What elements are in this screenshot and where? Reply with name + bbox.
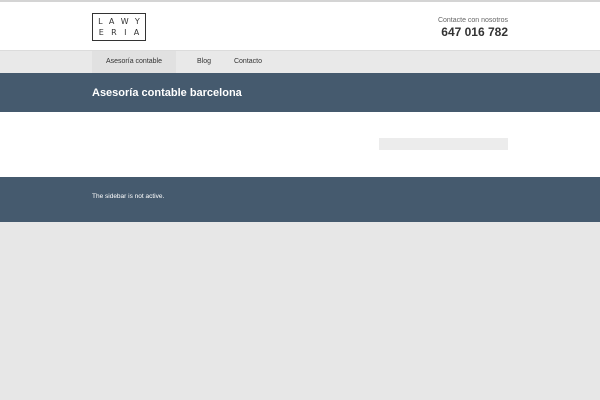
main-nav: Asesoría contable barcelona Blog Contact…	[0, 50, 600, 87]
sidebar-placeholder	[379, 138, 508, 150]
logo-row-top: L A W Y	[93, 16, 145, 27]
logo-letter: R	[111, 28, 117, 37]
nav-item-asesoria[interactable]: Asesoría contable barcelona	[92, 51, 176, 87]
logo-letter: Y	[134, 17, 140, 26]
contact-phone[interactable]: 647 016 782	[438, 25, 508, 39]
site-logo[interactable]: L A W Y E R I A	[92, 13, 146, 41]
logo-letter: A	[108, 17, 115, 26]
contact-label: Contacte con nosotros	[437, 17, 508, 24]
site-header: L A W Y E R I A Contacte con nosotros 64…	[0, 2, 600, 50]
logo-letter: I	[124, 28, 127, 37]
logo-letter: E	[98, 28, 104, 37]
logo-row-bottom: E R I A	[93, 27, 145, 38]
footer-band: The sidebar is not active.	[0, 177, 600, 222]
main-content	[0, 112, 600, 177]
logo-letter: W	[120, 17, 129, 26]
header-contact: Contacte con nosotros 647 016 782	[438, 16, 508, 39]
logo-letter: A	[133, 28, 140, 37]
logo-letter: L	[98, 17, 103, 26]
sidebar-status-text: The sidebar is not active.	[92, 193, 165, 200]
nav-item-contacto[interactable]: Contacto	[226, 51, 270, 73]
page-title-band: Asesoría contable barcelona	[0, 73, 600, 112]
nav-item-blog[interactable]: Blog	[190, 51, 218, 73]
page-title: Asesoría contable barcelona	[92, 87, 242, 99]
